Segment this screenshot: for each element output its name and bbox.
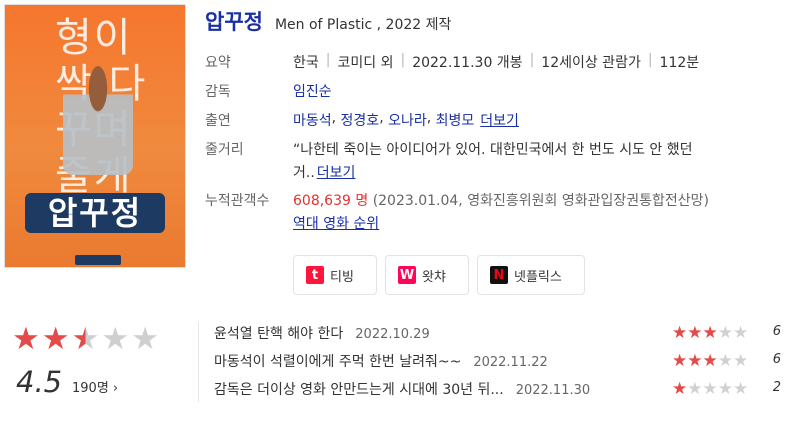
rating-count: 190명 [72, 381, 109, 396]
genre: 코미디 외 [337, 55, 394, 71]
cast-link-2[interactable]: 정경호 [341, 110, 380, 130]
rating-stars: ★ ★ ★ ★ ★ [12, 324, 159, 355]
movie-poster[interactable]: 형이 싹 다 꾸며 줄게 압꾸정 [4, 4, 186, 268]
ott-label: 티빙 [330, 269, 354, 285]
star-empty-icon: ★ [717, 351, 733, 371]
star-empty-icon: ★ [733, 351, 749, 371]
summary-row: 요약 한국 | 코미디 외 | 2022.11.30 개봉 | 12세이상 관람… [205, 52, 699, 72]
divider [198, 322, 199, 402]
review-item[interactable]: 마동석이 석렬이에게 주먹 한번 날려줘~~ 2022.11.22 ★ ★ ★ ★ ★ 6 [214, 351, 789, 373]
review-date: 2022.10.29 [355, 327, 430, 342]
summary-label: 요약 [205, 55, 231, 71]
audience-row: 누적관객수 608,639 명 (2023.01.04, 영화진흥위원회 영화관… [205, 190, 709, 236]
star-empty-icon: ★ [101, 321, 130, 357]
star-icon: ★ [687, 351, 703, 371]
poster-tag [75, 255, 121, 265]
review-score: 2 [772, 380, 781, 395]
director-label: 감독 [205, 84, 231, 100]
rating-count-link[interactable]: 190명 › [72, 377, 118, 396]
cast-label: 출연 [205, 113, 231, 129]
star-icon: ★ [672, 323, 688, 343]
director-link[interactable]: 임진순 [293, 81, 332, 101]
star-icon: ★ [672, 351, 688, 371]
star-empty-icon: ★ [733, 323, 749, 343]
review-stars: ★ ★ ★ ★ ★ [672, 325, 748, 342]
plot-label: 줄거리 [205, 142, 244, 158]
cast-link-4[interactable]: 최병모 [436, 110, 475, 130]
review-text: 마동석이 석렬이에게 주먹 한번 날려줘~~ [214, 354, 462, 370]
movie-subtitle: Men of Plastic , 2022 제작 [274, 17, 452, 33]
rating-score: 4.5 [16, 365, 63, 399]
review-text: 감독은 더이상 영화 안만드는게 시대에 30년 뒤... [214, 382, 504, 398]
tving-icon: t [306, 266, 324, 284]
title-row: 압꾸정 Men of Plastic , 2022 제작 [205, 6, 451, 36]
cast-row: 출연 마동석, 정경호, 오나라, 최병모 더보기 [205, 110, 519, 130]
separator: | [529, 52, 535, 68]
review-date: 2022.11.22 [473, 355, 548, 370]
review-stars: ★ ★ ★ ★ ★ [672, 381, 748, 398]
review-score: 6 [772, 324, 781, 339]
audience-source: (2023.01.04, 영화진흥위원회 영화관입장권통합전산망) [372, 193, 709, 209]
plot-more-link[interactable]: 더보기 [317, 165, 356, 181]
star-half-icon: ★ [71, 321, 100, 357]
star-empty-icon: ★ [702, 379, 718, 399]
ott-button-watcha[interactable]: W 왓챠 [385, 255, 469, 295]
ott-button-netflix[interactable]: N 넷플릭스 [477, 255, 585, 295]
review-item[interactable]: 윤석열 탄핵 해야 한다 2022.10.29 ★ ★ ★ ★ ★ 6 [214, 323, 789, 345]
ranking-link[interactable]: 역대 영화 순위 [293, 216, 379, 232]
review-date: 2022.11.30 [515, 383, 591, 398]
runtime: 112분 [659, 55, 700, 71]
star-empty-icon: ★ [733, 379, 749, 399]
separator: | [647, 52, 653, 68]
audience-count: 608,639 명 [293, 193, 369, 209]
plot-text-line1: “나한테 죽이는 아이디어가 있어. 대한민국에서 한 번도 시도 안 했던 [293, 142, 693, 158]
star-icon: ★ [672, 379, 688, 399]
audience-label: 누적관객수 [205, 193, 270, 209]
review-stars: ★ ★ ★ ★ ★ [672, 353, 748, 370]
cast-link-3[interactable]: 오나라 [388, 110, 427, 130]
plot-text-line2: 거.. [293, 165, 315, 181]
plot-row: 줄거리 “나한테 죽이는 아이디어가 있어. 대한민국에서 한 번도 시도 안 … [205, 139, 763, 185]
star-empty-icon: ★ [717, 323, 733, 343]
watcha-icon: W [398, 266, 416, 284]
review-score: 6 [772, 352, 781, 367]
ott-label: 왓챠 [422, 269, 446, 285]
star-icon: ★ [702, 323, 718, 343]
separator: | [400, 52, 406, 68]
star-icon: ★ [41, 321, 70, 357]
star-icon: ★ [687, 323, 703, 343]
ott-label: 넷플릭스 [514, 269, 562, 285]
director-row: 감독 임진순 [205, 81, 332, 101]
movie-title[interactable]: 압꾸정 [205, 6, 263, 36]
ott-button-tving[interactable]: t 티빙 [293, 255, 377, 295]
chevron-right-icon: › [112, 381, 119, 396]
poster-figure [63, 60, 133, 175]
cast-link-1[interactable]: 마동석 [293, 110, 332, 130]
star-empty-icon: ★ [131, 321, 159, 357]
release-date: 2022.11.30 개봉 [412, 55, 523, 71]
cast-more-link[interactable]: 더보기 [480, 110, 519, 130]
star-empty-icon: ★ [687, 379, 703, 399]
review-item[interactable]: 감독은 더이상 영화 안만드는게 시대에 30년 뒤... 2022.11.30 … [214, 379, 789, 401]
age-rating: 12세이상 관람가 [541, 55, 641, 71]
star-icon: ★ [702, 351, 718, 371]
star-icon: ★ [12, 321, 40, 357]
poster-credits [27, 237, 163, 251]
star-empty-icon: ★ [717, 379, 733, 399]
review-text: 윤석열 탄핵 해야 한다 [214, 326, 344, 342]
poster-logo: 압꾸정 [25, 193, 165, 233]
separator: | [325, 52, 331, 68]
netflix-icon: N [490, 266, 508, 284]
country: 한국 [293, 55, 319, 71]
